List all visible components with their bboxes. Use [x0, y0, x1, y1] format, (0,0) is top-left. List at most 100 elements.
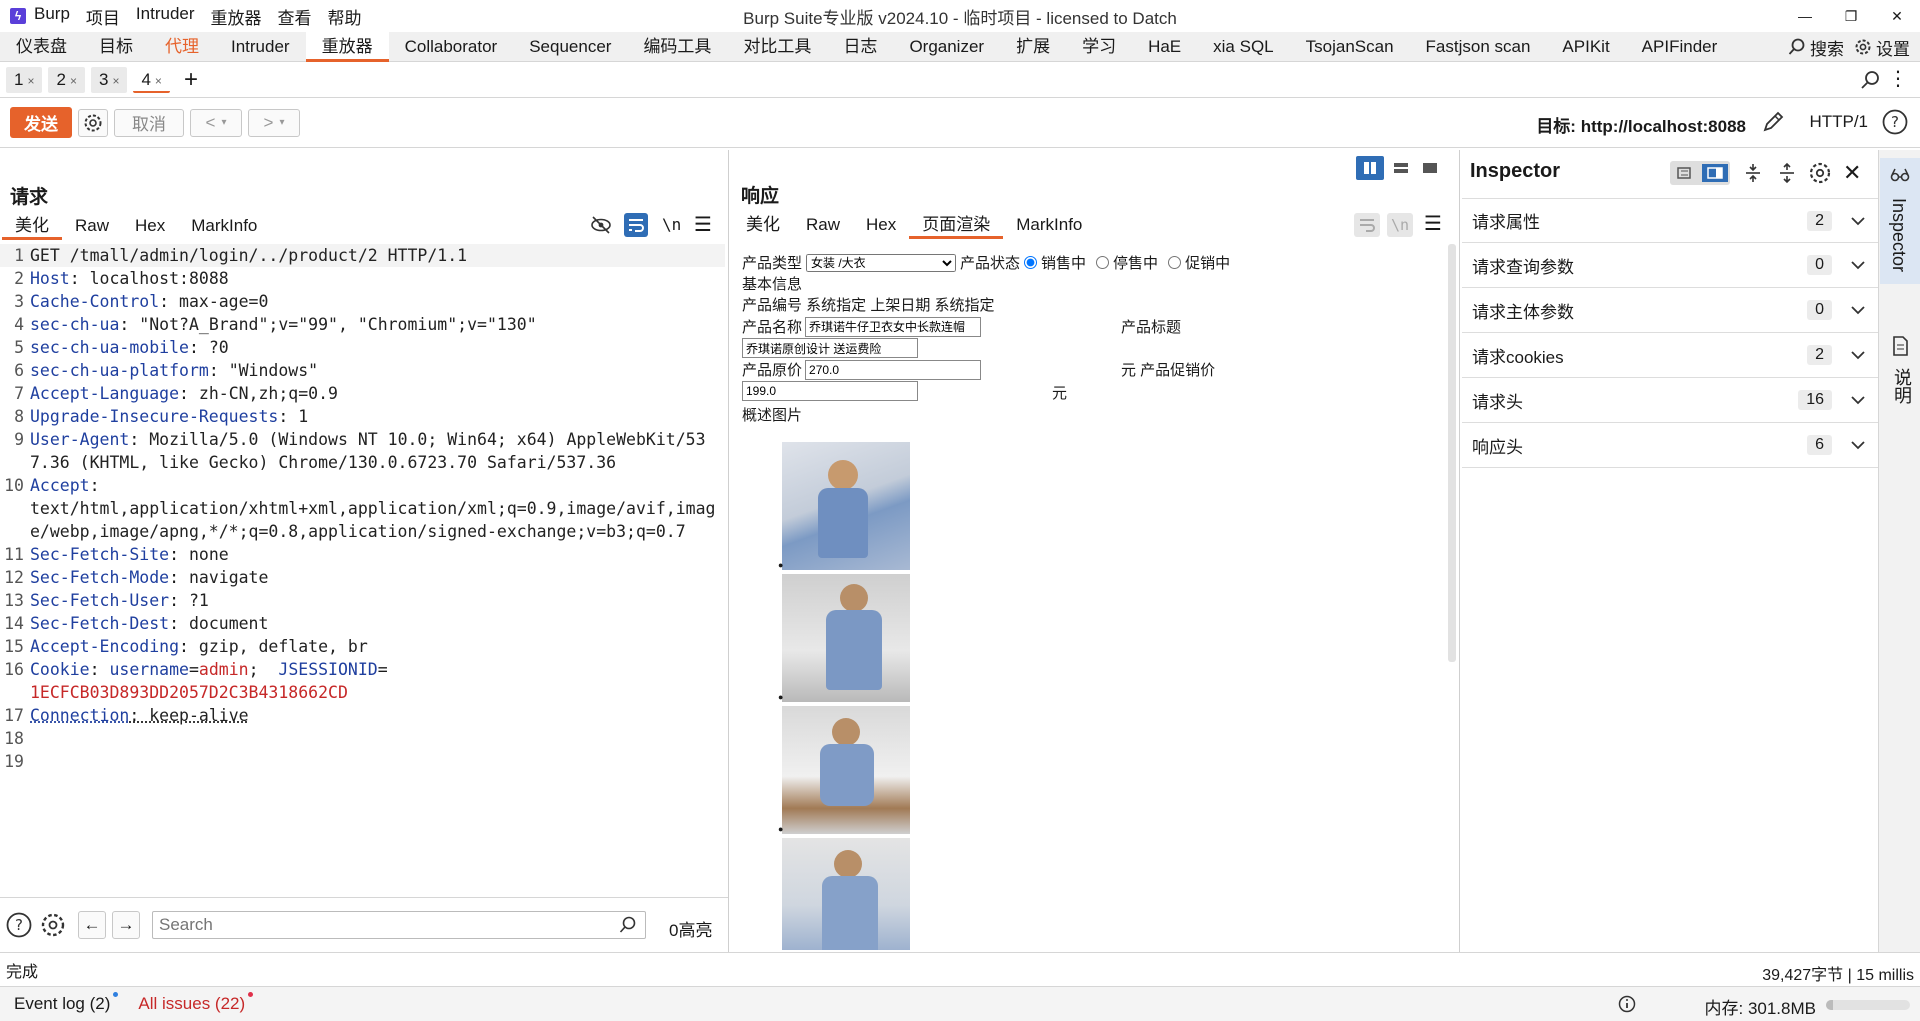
request-line[interactable]: 15 Accept-Encoding: gzip, deflate, br: [0, 635, 725, 658]
menu-icon[interactable]: ☰: [1424, 211, 1442, 236]
request-line[interactable]: 18: [0, 727, 725, 750]
status-radio-promo[interactable]: [1168, 256, 1182, 269]
event-log-link[interactable]: Event log (2): [14, 992, 119, 1014]
original-price-input[interactable]: [805, 359, 982, 380]
history-back-button[interactable]: < ▾: [190, 108, 242, 137]
status-radio-stopped[interactable]: [1096, 256, 1110, 269]
request-line[interactable]: 4 sec-ch-ua: "Not?A_Brand";v="99", "Chrom…: [0, 313, 725, 336]
add-tab-icon[interactable]: +: [184, 67, 198, 92]
request-line[interactable]: 17 Connection: keep-alive: [0, 704, 725, 727]
response-tab-markinfo[interactable]: MarkInfo: [1003, 213, 1095, 239]
gear-icon[interactable]: [40, 912, 66, 938]
newline-toggle[interactable]: \n: [1387, 213, 1413, 237]
inspector-row-cookies[interactable]: 请求cookies 2: [1462, 333, 1878, 378]
product-type-select[interactable]: 女装 /大衣: [806, 253, 957, 272]
hide-nonprintable-icon[interactable]: [590, 214, 612, 236]
help-icon[interactable]: ?: [1882, 109, 1908, 135]
tab-logger[interactable]: 日志: [827, 32, 893, 62]
restore-icon[interactable]: ❐: [1828, 0, 1874, 32]
layout-side-by-side-icon[interactable]: [1356, 156, 1384, 180]
repeater-tab-4[interactable]: 4 ×: [133, 66, 170, 93]
request-line[interactable]: 6 sec-ch-ua-platform: "Windows": [0, 359, 725, 382]
request-line[interactable]: 13 Sec-Fetch-User: ?1: [0, 589, 725, 612]
tab-xia-sql[interactable]: xia SQL: [1197, 32, 1289, 62]
request-line[interactable]: 16 Cookie: username=admin; JSESSIONID= 1E…: [0, 658, 725, 704]
inspector-row-response-headers[interactable]: 响应头 6: [1462, 423, 1878, 468]
all-issues-link[interactable]: All issues (22): [138, 992, 254, 1014]
menu-view[interactable]: 查看: [278, 4, 312, 29]
tab-fastjson-scan[interactable]: Fastjson scan: [1410, 32, 1547, 62]
response-tab-pretty[interactable]: 美化: [733, 213, 793, 239]
menu-burp[interactable]: Burp: [34, 4, 70, 29]
inspector-layout-toggle[interactable]: [1670, 161, 1730, 185]
menu-intruder[interactable]: Intruder: [136, 4, 195, 29]
tab-sequencer[interactable]: Sequencer: [513, 32, 627, 62]
tab-search-icon[interactable]: [1860, 70, 1880, 90]
request-line[interactable]: 2 Host: localhost:8088: [0, 267, 725, 290]
request-line[interactable]: 11 Sec-Fetch-Site: none: [0, 543, 725, 566]
response-tab-render[interactable]: 页面渲染: [909, 213, 1004, 239]
tab-comparer[interactable]: 对比工具: [727, 32, 827, 62]
tab-close-icon[interactable]: ×: [70, 74, 77, 88]
settings-button[interactable]: 设置: [1854, 35, 1910, 60]
send-settings-button[interactable]: [78, 108, 108, 137]
request-line[interactable]: 7 Accept-Language: zh-CN,zh;q=0.9: [0, 382, 725, 405]
request-tab-hex[interactable]: Hex: [122, 214, 178, 240]
pane-divider[interactable]: [1459, 150, 1460, 952]
tab-extensions[interactable]: 扩展: [1000, 32, 1066, 62]
inspector-row-body-params[interactable]: 请求主体参数 0: [1462, 288, 1878, 333]
menu-repeater[interactable]: 重放器: [211, 4, 262, 29]
wrap-lines-icon[interactable]: [624, 213, 648, 237]
request-tab-markinfo[interactable]: MarkInfo: [178, 214, 270, 240]
promo-price-input[interactable]: [742, 381, 918, 401]
close-icon[interactable]: ✕: [1843, 160, 1861, 186]
tab-repeater[interactable]: 重放器: [305, 31, 389, 62]
inspector-row-request-attributes[interactable]: 请求属性 2: [1462, 198, 1878, 243]
search-next-button[interactable]: →: [112, 911, 140, 939]
layout-tabs-icon[interactable]: [1416, 156, 1444, 180]
tab-dashboard[interactable]: 仪表盘: [0, 32, 83, 62]
request-tab-pretty[interactable]: 美化: [2, 214, 62, 240]
more-vertical-icon[interactable]: ⋮: [1888, 68, 1908, 90]
help-icon[interactable]: ?: [6, 912, 32, 938]
layout-stacked-icon[interactable]: [1387, 156, 1415, 180]
response-scrollbar[interactable]: [1448, 244, 1456, 662]
tab-learn[interactable]: 学习: [1066, 32, 1132, 62]
minimize-icon[interactable]: —: [1782, 0, 1828, 32]
tab-hae[interactable]: HaE: [1132, 32, 1197, 62]
tab-apikit[interactable]: APIKit: [1546, 32, 1625, 62]
response-tab-raw[interactable]: Raw: [793, 213, 853, 239]
repeater-tab-3[interactable]: 3 ×: [90, 66, 128, 93]
wrap-lines-icon[interactable]: [1354, 213, 1380, 237]
side-tab-notes[interactable]: 说明: [1880, 328, 1920, 428]
menu-icon[interactable]: ☰: [694, 212, 712, 237]
request-search-box[interactable]: [152, 911, 646, 939]
tab-organizer[interactable]: Organizer: [893, 32, 1000, 62]
request-line[interactable]: 19: [0, 750, 725, 773]
product-subtitle-input[interactable]: [742, 338, 918, 358]
side-tab-inspector[interactable]: Inspector: [1880, 158, 1920, 284]
close-icon[interactable]: ✕: [1874, 0, 1920, 32]
status-radio-on-sale[interactable]: [1024, 256, 1038, 269]
edit-target-icon[interactable]: [1761, 110, 1785, 134]
request-line[interactable]: 1 GET /tmall/admin/login/../product/2 HTT…: [0, 244, 725, 267]
menu-project[interactable]: 项目: [86, 4, 120, 29]
tab-close-icon[interactable]: ×: [112, 74, 119, 88]
tab-collaborator[interactable]: Collaborator: [389, 32, 514, 62]
inspector-row-request-headers[interactable]: 请求头 16: [1462, 378, 1878, 423]
cancel-button[interactable]: 取消: [114, 108, 184, 137]
request-line[interactable]: 9 User-Agent: Mozilla/5.0 (Windows NT 10.…: [0, 428, 725, 474]
product-name-input[interactable]: [805, 316, 982, 337]
request-line[interactable]: 8 Upgrade-Insecure-Requests: 1: [0, 405, 725, 428]
request-tab-raw[interactable]: Raw: [62, 214, 122, 240]
newline-toggle[interactable]: \n: [662, 215, 681, 234]
tab-decoder[interactable]: 编码工具: [627, 32, 727, 62]
tab-proxy[interactable]: 代理: [149, 32, 215, 62]
collapse-all-icon[interactable]: [1776, 162, 1798, 184]
request-line[interactable]: 3 Cache-Control: max-age=0: [0, 290, 725, 313]
menu-help[interactable]: 帮助: [328, 4, 362, 29]
tab-target[interactable]: 目标: [83, 32, 149, 62]
inspector-row-query-params[interactable]: 请求查询参数 0: [1462, 243, 1878, 288]
tab-apifinder[interactable]: APIFinder: [1626, 32, 1734, 62]
pane-divider[interactable]: [728, 150, 729, 952]
